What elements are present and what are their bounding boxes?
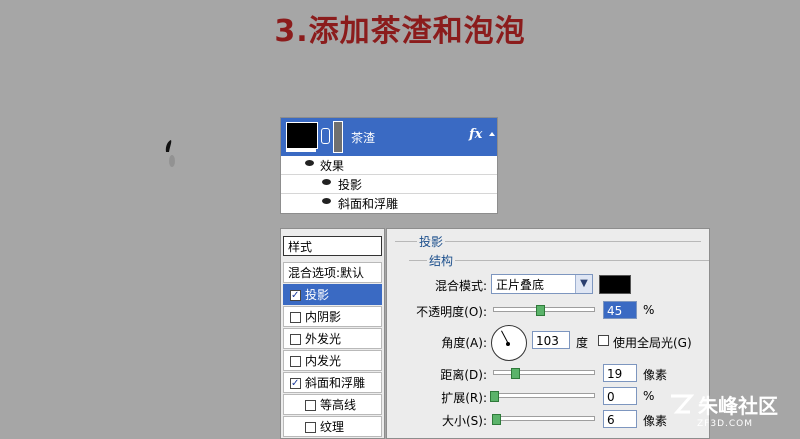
drop-shadow-settings: 投影 结构 混合模式: 正片叠底 ▼ 不透明度(O): 45 % 角度(A): … <box>386 228 710 439</box>
distance-slider-track[interactable] <box>493 370 595 375</box>
checkbox-outer-glow[interactable] <box>290 334 301 345</box>
style-item-label: 内发光 <box>305 354 342 368</box>
style-item-label: 投影 <box>305 288 330 302</box>
eye-icon[interactable] <box>305 160 314 166</box>
collapse-arrow-icon[interactable] <box>489 132 495 136</box>
style-item-contour[interactable]: 等高线 <box>283 394 382 415</box>
page-title: 3.添加茶渣和泡泡 <box>274 14 526 49</box>
effects-row[interactable]: 效果 <box>281 156 497 175</box>
spread-slider-track[interactable] <box>493 393 595 398</box>
opacity-slider-handle[interactable] <box>536 305 545 316</box>
layer-name: 茶渣 <box>351 131 376 145</box>
style-item-label: 外发光 <box>305 332 342 346</box>
shadow-color-swatch[interactable] <box>599 275 631 294</box>
distance-input[interactable]: 19 <box>603 364 637 382</box>
checkbox-inner-glow[interactable] <box>290 356 301 367</box>
size-unit: 像素 <box>643 414 668 428</box>
opacity-label: 不透明度(O): <box>416 305 487 319</box>
effect-item-drop-shadow[interactable]: 投影 <box>281 175 497 194</box>
checkbox-drop-shadow[interactable] <box>290 286 301 306</box>
layer-row-tea-residue[interactable]: 茶渣 fx <box>281 118 497 156</box>
spread-slider-handle[interactable] <box>490 391 499 402</box>
checkbox-texture[interactable] <box>305 422 316 433</box>
angle-input[interactable]: 103 <box>532 331 570 349</box>
size-label: 大小(S): <box>441 414 487 428</box>
effects-label: 效果 <box>320 159 345 173</box>
spread-unit: % <box>643 389 655 403</box>
style-item-label: 纹理 <box>320 420 345 434</box>
effect-item-label: 斜面和浮雕 <box>338 197 399 211</box>
style-item-texture[interactable]: 纹理 <box>283 416 382 437</box>
styles-header[interactable]: 样式 <box>283 236 382 256</box>
zf3d-logo-icon <box>671 394 694 414</box>
watermark-sub: ZF3D.COM <box>697 419 753 429</box>
eye-icon[interactable] <box>322 198 331 204</box>
size-slider-handle[interactable] <box>492 414 501 425</box>
distance-unit: 像素 <box>643 368 668 382</box>
blend-mode-value: 正片叠底 <box>496 278 545 292</box>
watermark-text: 朱峰社区 <box>698 394 778 418</box>
eye-icon[interactable] <box>322 179 331 185</box>
layer-thumbnail[interactable] <box>286 122 318 149</box>
opacity-input[interactable]: 45 <box>603 301 637 319</box>
style-item-label: 等高线 <box>320 398 357 412</box>
blend-options-label: 混合选项:默认 <box>288 266 365 280</box>
opacity-unit: % <box>643 303 655 317</box>
global-light-checkbox[interactable] <box>598 335 609 346</box>
style-item-label: 内阴影 <box>305 310 342 324</box>
layer-thumbnail-bar <box>286 148 316 152</box>
spread-input[interactable]: 0 <box>603 387 637 405</box>
blend-mode-select[interactable]: 正片叠底 ▼ <box>491 274 593 294</box>
angle-unit: 度 <box>576 336 589 350</box>
section-title: 投影 <box>417 233 446 250</box>
style-item-bevel-emboss[interactable]: 斜面和浮雕 <box>283 372 382 394</box>
style-item-inner-glow[interactable]: 内发光 <box>283 350 382 371</box>
effect-item-label: 投影 <box>338 178 363 192</box>
spread-label: 扩展(R): <box>441 391 487 405</box>
distance-slider-handle[interactable] <box>511 368 520 379</box>
checkbox-bevel-emboss[interactable] <box>290 374 301 394</box>
subsection-title: 结构 <box>427 252 456 269</box>
checkbox-inner-shadow[interactable] <box>290 312 301 323</box>
style-item-outer-glow[interactable]: 外发光 <box>283 328 382 349</box>
fx-icon[interactable]: fx <box>469 127 482 142</box>
tea-residue-preview <box>165 140 175 167</box>
link-icon[interactable] <box>321 128 330 144</box>
style-item-inner-shadow[interactable]: 内阴影 <box>283 306 382 327</box>
chevron-down-icon[interactable]: ▼ <box>575 275 592 293</box>
blend-mode-label: 混合模式: <box>434 279 487 293</box>
angle-label: 角度(A): <box>441 336 487 350</box>
effect-item-bevel-emboss[interactable]: 斜面和浮雕 <box>281 194 497 212</box>
checkbox-contour[interactable] <box>305 400 316 411</box>
size-slider-track[interactable] <box>493 416 595 421</box>
angle-dial-center <box>506 342 510 346</box>
layer-mask-thumbnail[interactable] <box>333 121 343 153</box>
blend-options-item[interactable]: 混合选项:默认 <box>283 262 382 283</box>
styles-list-panel: 样式 混合选项:默认 投影 内阴影 外发光 内发光 斜面和浮雕 等高线 纹理 <box>280 228 385 439</box>
size-input[interactable]: 6 <box>603 410 637 428</box>
style-item-drop-shadow[interactable]: 投影 <box>283 284 382 306</box>
global-light-label: 使用全局光(G) <box>613 336 692 350</box>
style-item-label: 斜面和浮雕 <box>305 376 366 390</box>
angle-dial[interactable] <box>491 325 527 361</box>
layers-panel: 茶渣 fx 效果 投影 斜面和浮雕 <box>280 117 498 214</box>
distance-label: 距离(D): <box>440 368 487 382</box>
